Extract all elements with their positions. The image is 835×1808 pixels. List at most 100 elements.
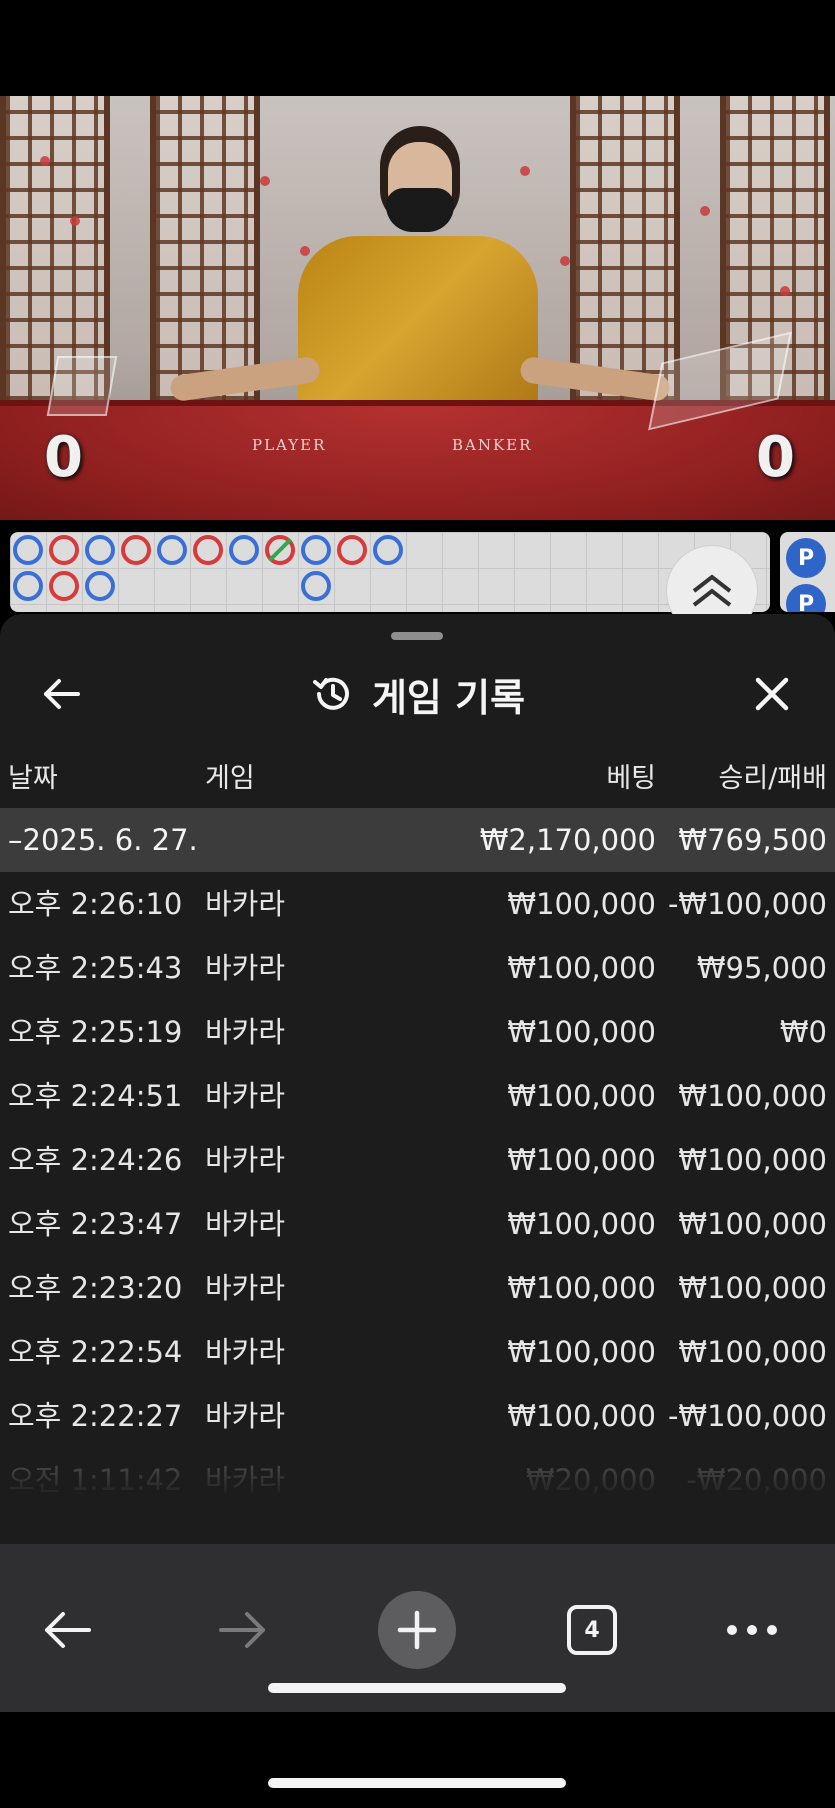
bead-player [13,571,43,601]
side-road-panel: P P [780,532,835,612]
bead-player [373,535,403,565]
decor-blossom [70,216,80,226]
row-time: 오후 2:22:27 [8,1399,183,1433]
history-row[interactable]: 오후 2:22:27 바카라 ₩100,000 -₩100,000 [0,1384,835,1448]
bead-player [301,571,331,601]
row-game: 바카라 [205,951,286,985]
bead-player [85,571,115,601]
column-header-win-loss: 승리/패배 [718,763,827,794]
history-row[interactable]: 오후 2:24:51 바카라 ₩100,000 ₩100,000 [0,1064,835,1128]
row-game: 바카라 [205,1015,286,1049]
day-group-win-loss-total: ₩769,500 [678,823,827,857]
row-game: 바카라 [205,1079,286,1113]
day-group-bet-total: ₩2,170,000 [479,823,656,857]
row-bet: ₩100,000 [507,1015,656,1049]
row-time: 오후 2:24:26 [8,1143,183,1177]
history-row[interactable]: 오후 2:26:10 바카라 ₩100,000 -₩100,000 [0,872,835,936]
row-bet: ₩100,000 [507,1079,656,1113]
history-row[interactable]: 오후 2:25:19 바카라 ₩100,000 ₩0 [0,1000,835,1064]
chevron-double-up-icon [692,574,732,607]
bead-player [85,535,115,565]
row-result: ₩100,000 [678,1143,827,1177]
column-header-date: 날짜 [8,763,58,794]
player-score: 0 [44,425,83,490]
row-time: 오후 2:24:51 [8,1079,183,1113]
column-headers: 날짜 게임 베팅 승리/패배 [0,750,835,808]
row-result: ₩100,000 [678,1335,827,1369]
tab-switcher-button[interactable]: 4 [550,1588,634,1672]
row-bet: ₩20,000 [525,1463,656,1497]
history-icon [312,677,349,710]
row-bet: ₩100,000 [507,951,656,985]
row-bet: ₩100,000 [507,1399,656,1433]
day-group-date: –2025. 6. 27. [8,823,198,857]
row-bet: ₩100,000 [507,1143,656,1177]
row-bet: ₩100,000 [507,887,656,921]
bead-banker [337,535,367,565]
live-video-feed: PLAYER BANKER 0 0 [0,96,835,520]
row-result: -₩100,000 [667,887,827,921]
bead-player [13,535,43,565]
row-game: 바카라 [205,1463,286,1497]
browser-back-button[interactable] [26,1588,110,1672]
history-row[interactable]: 오후 2:25:43 바카라 ₩100,000 ₩95,000 [0,936,835,1000]
tab-count: 4 [584,1617,600,1643]
column-header-game: 게임 [205,763,255,794]
player-badge: P [786,584,826,612]
row-result: -₩20,000 [686,1463,827,1497]
bead-banker [49,571,79,601]
row-game: 바카라 [205,887,286,921]
bead-player [157,535,187,565]
arrow-right-icon [219,1612,265,1648]
column-header-bet: 베팅 [606,763,656,794]
history-row[interactable]: 오후 2:23:20 바카라 ₩100,000 ₩100,000 [0,1256,835,1320]
bead-player [229,535,259,565]
bead-banker [193,535,223,565]
history-row[interactable]: 오전 1:11:42 바카라 ₩20,000 -₩20,000 [0,1448,835,1506]
new-tab-button[interactable] [378,1591,456,1669]
home-indicator[interactable] [268,1778,566,1788]
browser-forward-button[interactable] [200,1588,284,1672]
row-game: 바카라 [205,1399,286,1433]
history-row[interactable]: 오후 2:23:47 바카라 ₩100,000 ₩100,000 [0,1192,835,1256]
row-time: 오후 2:25:19 [8,1015,183,1049]
history-row[interactable]: 오후 2:22:54 바카라 ₩100,000 ₩100,000 [0,1320,835,1384]
row-result: ₩95,000 [696,951,827,985]
row-time: 오후 2:26:10 [8,887,183,921]
baccarat-table [0,400,835,520]
bead-banker [49,535,79,565]
row-result: ₩0 [779,1015,827,1049]
row-game: 바카라 [205,1207,286,1241]
banker-score: 0 [756,425,795,490]
row-time: 오후 2:23:20 [8,1271,183,1305]
bead-player [301,535,331,565]
decor-blossom [560,256,570,266]
row-time: 오전 1:11:42 [8,1463,183,1497]
sheet-close-button[interactable] [732,654,812,734]
close-icon [755,677,789,711]
history-list[interactable]: 오후 2:26:10 바카라 ₩100,000 -₩100,000 오후 2:2… [0,872,835,1506]
history-row[interactable]: 오후 2:24:26 바카라 ₩100,000 ₩100,000 [0,1128,835,1192]
player-badge: P [786,538,826,578]
row-result: ₩100,000 [678,1079,827,1113]
row-bet: ₩100,000 [507,1207,656,1241]
row-bet: ₩100,000 [507,1335,656,1369]
home-indicator[interactable] [268,1683,566,1693]
decor-blossom [700,206,710,216]
more-menu-button[interactable] [710,1588,794,1672]
game-history-sheet: 게임 기록 날짜 게임 베팅 승리/패배 –2025. 6. 27. ₩2,17… [0,614,835,1544]
bead-banker [121,535,151,565]
row-result: ₩100,000 [678,1271,827,1305]
decor-blossom [40,156,50,166]
plus-icon [397,1610,437,1650]
card-discard-holder [46,356,118,416]
row-bet: ₩100,000 [507,1271,656,1305]
sheet-grabber[interactable] [391,632,443,640]
row-game: 바카라 [205,1335,286,1369]
row-result: -₩100,000 [667,1399,827,1433]
row-game: 바카라 [205,1271,286,1305]
arrow-left-icon [45,1612,91,1648]
sheet-title-text: 게임 기록 [371,675,526,720]
day-group-header[interactable]: –2025. 6. 27. ₩2,170,000 ₩769,500 [0,808,835,872]
dealer-mask [386,188,454,232]
